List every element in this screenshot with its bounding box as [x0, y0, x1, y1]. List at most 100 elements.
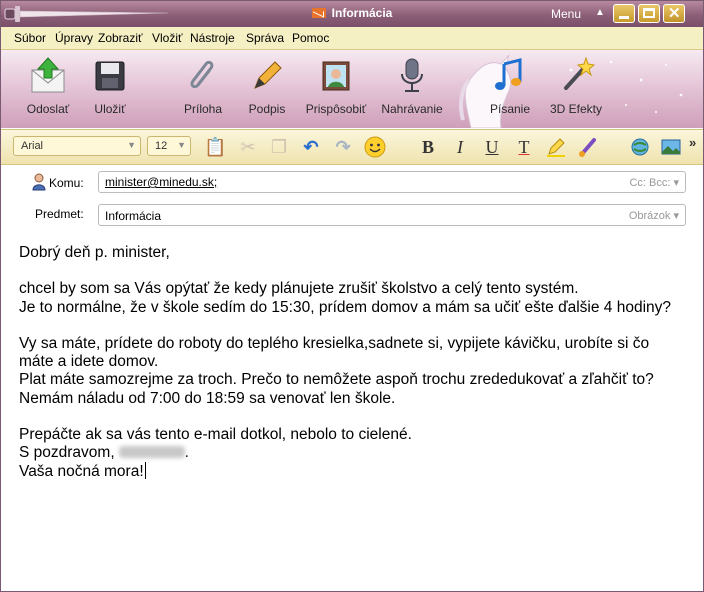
body-line: chcel by som sa Vás opýtať že kedy plánu…: [19, 280, 579, 298]
main-toolbar: Odoslať Uložiť Príloha Podpis Prispôsobi…: [1, 50, 703, 128]
text-cursor: [144, 462, 146, 480]
music-notes-icon: [495, 58, 522, 90]
minimize-icon: [619, 16, 629, 19]
3d-effects-button[interactable]: 3D Efekty: [541, 56, 611, 116]
chevron-down-icon: ▼: [127, 140, 136, 150]
insert-image-button[interactable]: [660, 136, 682, 158]
redo-icon: ↷: [335, 137, 351, 157]
body-line: Dobrý deň p. minister,: [19, 244, 170, 261]
picture-label: Obrázok: [628, 210, 671, 222]
microphone-icon: [401, 58, 423, 92]
menu-insert[interactable]: Vložiť: [152, 31, 183, 45]
writing-button[interactable]: Písanie: [475, 56, 545, 116]
body-line-signoff: S pozdravom,.: [19, 444, 689, 462]
message-body[interactable]: Dobrý deň p. minister, chcel by som sa V…: [19, 244, 689, 482]
underline-button[interactable]: U: [481, 136, 503, 158]
bold-button[interactable]: B: [417, 136, 439, 158]
text-color-button[interactable]: T: [513, 136, 535, 158]
title-bar[interactable]: Informácia Menu ▲ ✕: [1, 1, 703, 27]
chevron-down-icon: ▼: [177, 140, 186, 150]
undo-button[interactable]: ↶: [300, 136, 322, 158]
menu-button[interactable]: Menu: [551, 7, 581, 21]
customize-label: Prispôsobiť: [305, 102, 367, 116]
paste-button[interactable]: 📋: [204, 136, 226, 158]
menu-edit[interactable]: Úpravy: [55, 31, 93, 45]
menu-tools[interactable]: Nástroje: [190, 31, 235, 45]
emoticon-button[interactable]: [364, 136, 386, 158]
contact-person-icon[interactable]: [31, 173, 47, 191]
mail-envelope-icon: [311, 8, 326, 18]
format-painter-button[interactable]: [577, 136, 599, 158]
minimize-button[interactable]: [613, 4, 635, 23]
record-label: Nahrávanie: [381, 102, 443, 116]
smiley-icon: [364, 136, 386, 158]
subject-field[interactable]: Informácia Obrázok ▾: [98, 204, 686, 226]
globe-link-icon: [631, 138, 649, 156]
cc-bcc-label: Cc: Bcc:: [629, 177, 671, 189]
window-title-text: Informácia: [331, 6, 393, 20]
signature-text: Vaša nočná mora!: [19, 463, 144, 481]
close-icon: ✕: [668, 5, 681, 22]
maximize-icon: [643, 8, 655, 18]
body-line-signature: Vaša nočná mora!: [19, 462, 689, 481]
body-line: [19, 262, 689, 280]
italic-button[interactable]: I: [449, 136, 471, 158]
menu-arrow-icon[interactable]: ▲: [595, 7, 605, 18]
to-field[interactable]: minister@minedu.sk; Cc: Bcc: ▾: [98, 171, 686, 193]
signoff-text: S pozdravom,: [19, 444, 115, 462]
more-tools-button[interactable]: »: [689, 135, 696, 150]
floppy-disk-icon: [95, 61, 125, 91]
close-button[interactable]: ✕: [663, 4, 685, 23]
bold-icon: B: [421, 137, 434, 157]
customize-button[interactable]: Prispôsobiť: [301, 56, 371, 116]
cut-button[interactable]: ✂: [237, 136, 259, 158]
menu-bar: Súbor Úpravy Zobraziť Vložiť Nástroje Sp…: [1, 27, 703, 50]
copy-icon: ❐: [270, 137, 288, 157]
email-window: Informácia Menu ▲ ✕ Súbor Úpravy Zobrazi…: [0, 0, 704, 592]
menu-help[interactable]: Pomoc: [292, 31, 329, 45]
redo-button[interactable]: ↷: [332, 136, 354, 158]
body-line: [19, 408, 689, 426]
menu-file[interactable]: Súbor: [14, 31, 46, 45]
link-button[interactable]: [629, 136, 651, 158]
body-line: Prepáčte ak sa vás tento e-mail dotkol, …: [19, 426, 412, 444]
to-recipient[interactable]: minister@minedu.sk;: [105, 175, 217, 189]
menu-message[interactable]: Správa: [246, 31, 284, 45]
send-mail-icon: [31, 57, 65, 93]
font-family-value: Arial: [21, 140, 44, 152]
to-label: Komu:: [49, 176, 84, 190]
photo-frame-icon: [322, 61, 350, 91]
picture-icon: [661, 139, 681, 155]
highlighter-icon: [547, 138, 565, 157]
body-line: Nemám náladu od 7:00 do 18:59 sa venovať…: [19, 389, 396, 407]
highlight-button[interactable]: [545, 136, 567, 158]
send-label: Odoslať: [26, 102, 70, 116]
save-label: Uložiť: [94, 102, 126, 116]
scissors-icon: ✂: [240, 137, 256, 157]
record-button[interactable]: Nahrávanie: [377, 56, 447, 116]
font-size-select[interactable]: 12 ▼: [147, 136, 191, 156]
format-toolbar: Arial ▼ 12 ▼ 📋 ✂ ❐ ↶ ↷ B I U T »: [1, 129, 703, 165]
paperclip-icon: [190, 60, 214, 89]
body-line: Je to normálne, že v škole sedím do 15:3…: [19, 298, 672, 316]
text-color-icon: T: [518, 137, 530, 157]
maximize-button[interactable]: [638, 4, 660, 23]
font-family-select[interactable]: Arial ▼: [13, 136, 141, 156]
body-line: [19, 317, 689, 335]
body-line: Vy sa máte, prídete do roboty do teplého…: [19, 335, 650, 353]
signature-button[interactable]: Podpis: [232, 56, 302, 116]
writing-label: Písanie: [489, 102, 531, 116]
picture-dropdown[interactable]: Obrázok ▾: [629, 209, 679, 222]
save-button[interactable]: Uložiť: [75, 56, 145, 116]
signoff-period: .: [184, 444, 189, 462]
send-button[interactable]: Odoslať: [13, 56, 83, 116]
paint-brush-icon: [579, 138, 596, 157]
attach-button[interactable]: Príloha: [168, 56, 238, 116]
subject-value[interactable]: Informácia: [105, 209, 161, 223]
cc-bcc-toggle[interactable]: Cc: Bcc: ▾: [629, 176, 679, 189]
clipboard-icon: 📋: [204, 137, 227, 157]
copy-button[interactable]: ❐: [268, 136, 290, 158]
attach-label: Príloha: [183, 102, 223, 116]
menu-view[interactable]: Zobraziť: [98, 31, 143, 45]
italic-icon: I: [457, 137, 463, 157]
